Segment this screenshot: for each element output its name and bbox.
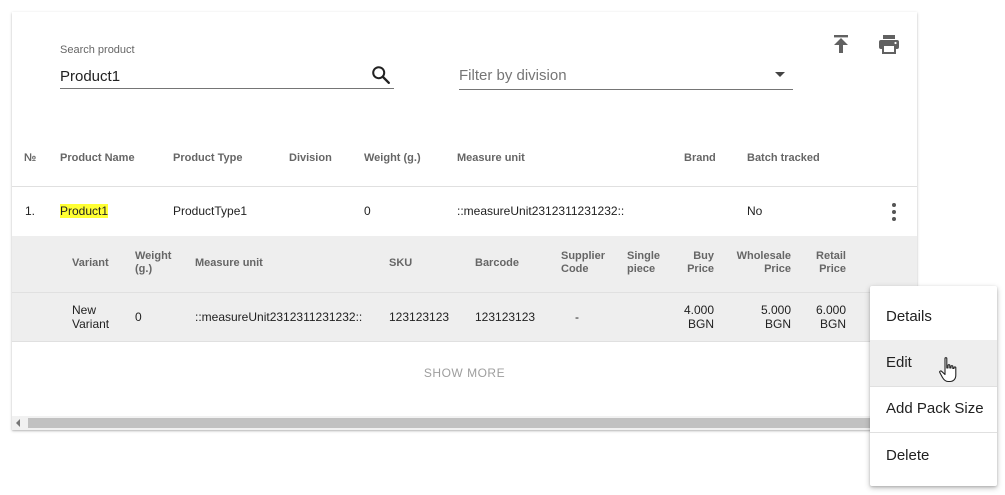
row-number: 1. [25, 204, 36, 218]
batch-tracked-cell: No [747, 204, 763, 218]
product-name-cell: Product1 [60, 204, 109, 218]
print-icon[interactable] [877, 32, 901, 56]
variant-row[interactable]: New Variant 0 ::measureUnit2312311231232:… [12, 293, 917, 342]
variant-col-header: Variant [72, 257, 109, 269]
col-header-weight[interactable]: Weight (g.) [364, 152, 421, 164]
col-header-product-type[interactable]: Product Type [173, 152, 242, 164]
col-header-division[interactable]: Division [289, 152, 332, 164]
variant-barcode-cell: 123123123 [475, 310, 536, 324]
table-row[interactable]: 1. Product1 ProductType1 0 ::measureUnit… [12, 187, 917, 235]
sku-col-header: SKU [389, 257, 413, 269]
supplier-code-col-header: Supplier Code [561, 250, 606, 275]
measure-unit-col-header: Measure unit [195, 257, 263, 269]
variant-wholesale-price-cell: 5.000 BGN [760, 303, 791, 331]
chevron-down-icon [775, 72, 785, 77]
variant-name-cell: New Variant [72, 303, 110, 331]
variant-buy-price-cell: 4.000 BGN [683, 303, 714, 331]
variants-header-row: Variant Weight (g.) Measure unit SKU Barc… [12, 236, 917, 293]
buy-price-col-header: Buy Price [687, 250, 714, 275]
horizontal-scrollbar[interactable] [12, 416, 917, 430]
variant-weight-cell: 0 [135, 310, 142, 324]
table-header-row: № Product Name Product Type Division Wei… [12, 138, 917, 187]
retail-price-col-header: Retail Price [816, 250, 846, 275]
col-header-product-name[interactable]: Product Name [60, 152, 135, 164]
variant-measure-unit-cell: ::measureUnit2312311231232:: [195, 310, 363, 324]
row-context-menu: Details Edit Add Pack Size Delete [870, 286, 997, 486]
upload-icon[interactable] [829, 32, 853, 56]
col-header-measure-unit[interactable]: Measure unit [457, 152, 525, 164]
menu-item-add-pack-size[interactable]: Add Pack Size [870, 386, 997, 432]
weight-col-header: Weight (g.) [135, 250, 172, 275]
more-vert-icon[interactable] [888, 203, 900, 221]
product-type-cell: ProductType1 [173, 204, 248, 218]
col-header-batch-tracked[interactable]: Batch tracked [747, 152, 820, 164]
col-header-number: № [24, 152, 37, 164]
show-more-button[interactable]: SHOW MORE [12, 366, 917, 380]
hand-cursor-icon [939, 357, 957, 383]
variant-sku-cell: 123123123 [389, 310, 450, 324]
search-icon[interactable] [370, 64, 392, 86]
wholesale-price-col-header: Wholesale Price [736, 250, 791, 275]
search-label: Search product [60, 44, 135, 56]
scrollbar-thumb[interactable] [28, 418, 917, 428]
variant-retail-price-cell: 6.000 BGN [815, 303, 846, 331]
scroll-left-icon[interactable] [16, 419, 20, 427]
barcode-col-header: Barcode [475, 257, 520, 269]
menu-item-details[interactable]: Details [870, 294, 997, 340]
col-header-brand[interactable]: Brand [684, 152, 716, 164]
menu-item-edit[interactable]: Edit [870, 340, 997, 386]
measure-unit-cell: ::measureUnit2312311231232:: [457, 204, 625, 218]
division-filter-select[interactable]: Filter by division [459, 64, 793, 90]
single-piece-col-header: Single piece [627, 250, 661, 275]
weight-cell: 0 [364, 204, 371, 218]
variant-supplier-code-cell: - [575, 310, 579, 324]
products-card: Search product Filter by division № Prod… [12, 12, 917, 430]
menu-item-delete[interactable]: Delete [870, 433, 997, 479]
filter-placeholder: Filter by division [459, 67, 567, 84]
search-input[interactable] [60, 64, 394, 89]
